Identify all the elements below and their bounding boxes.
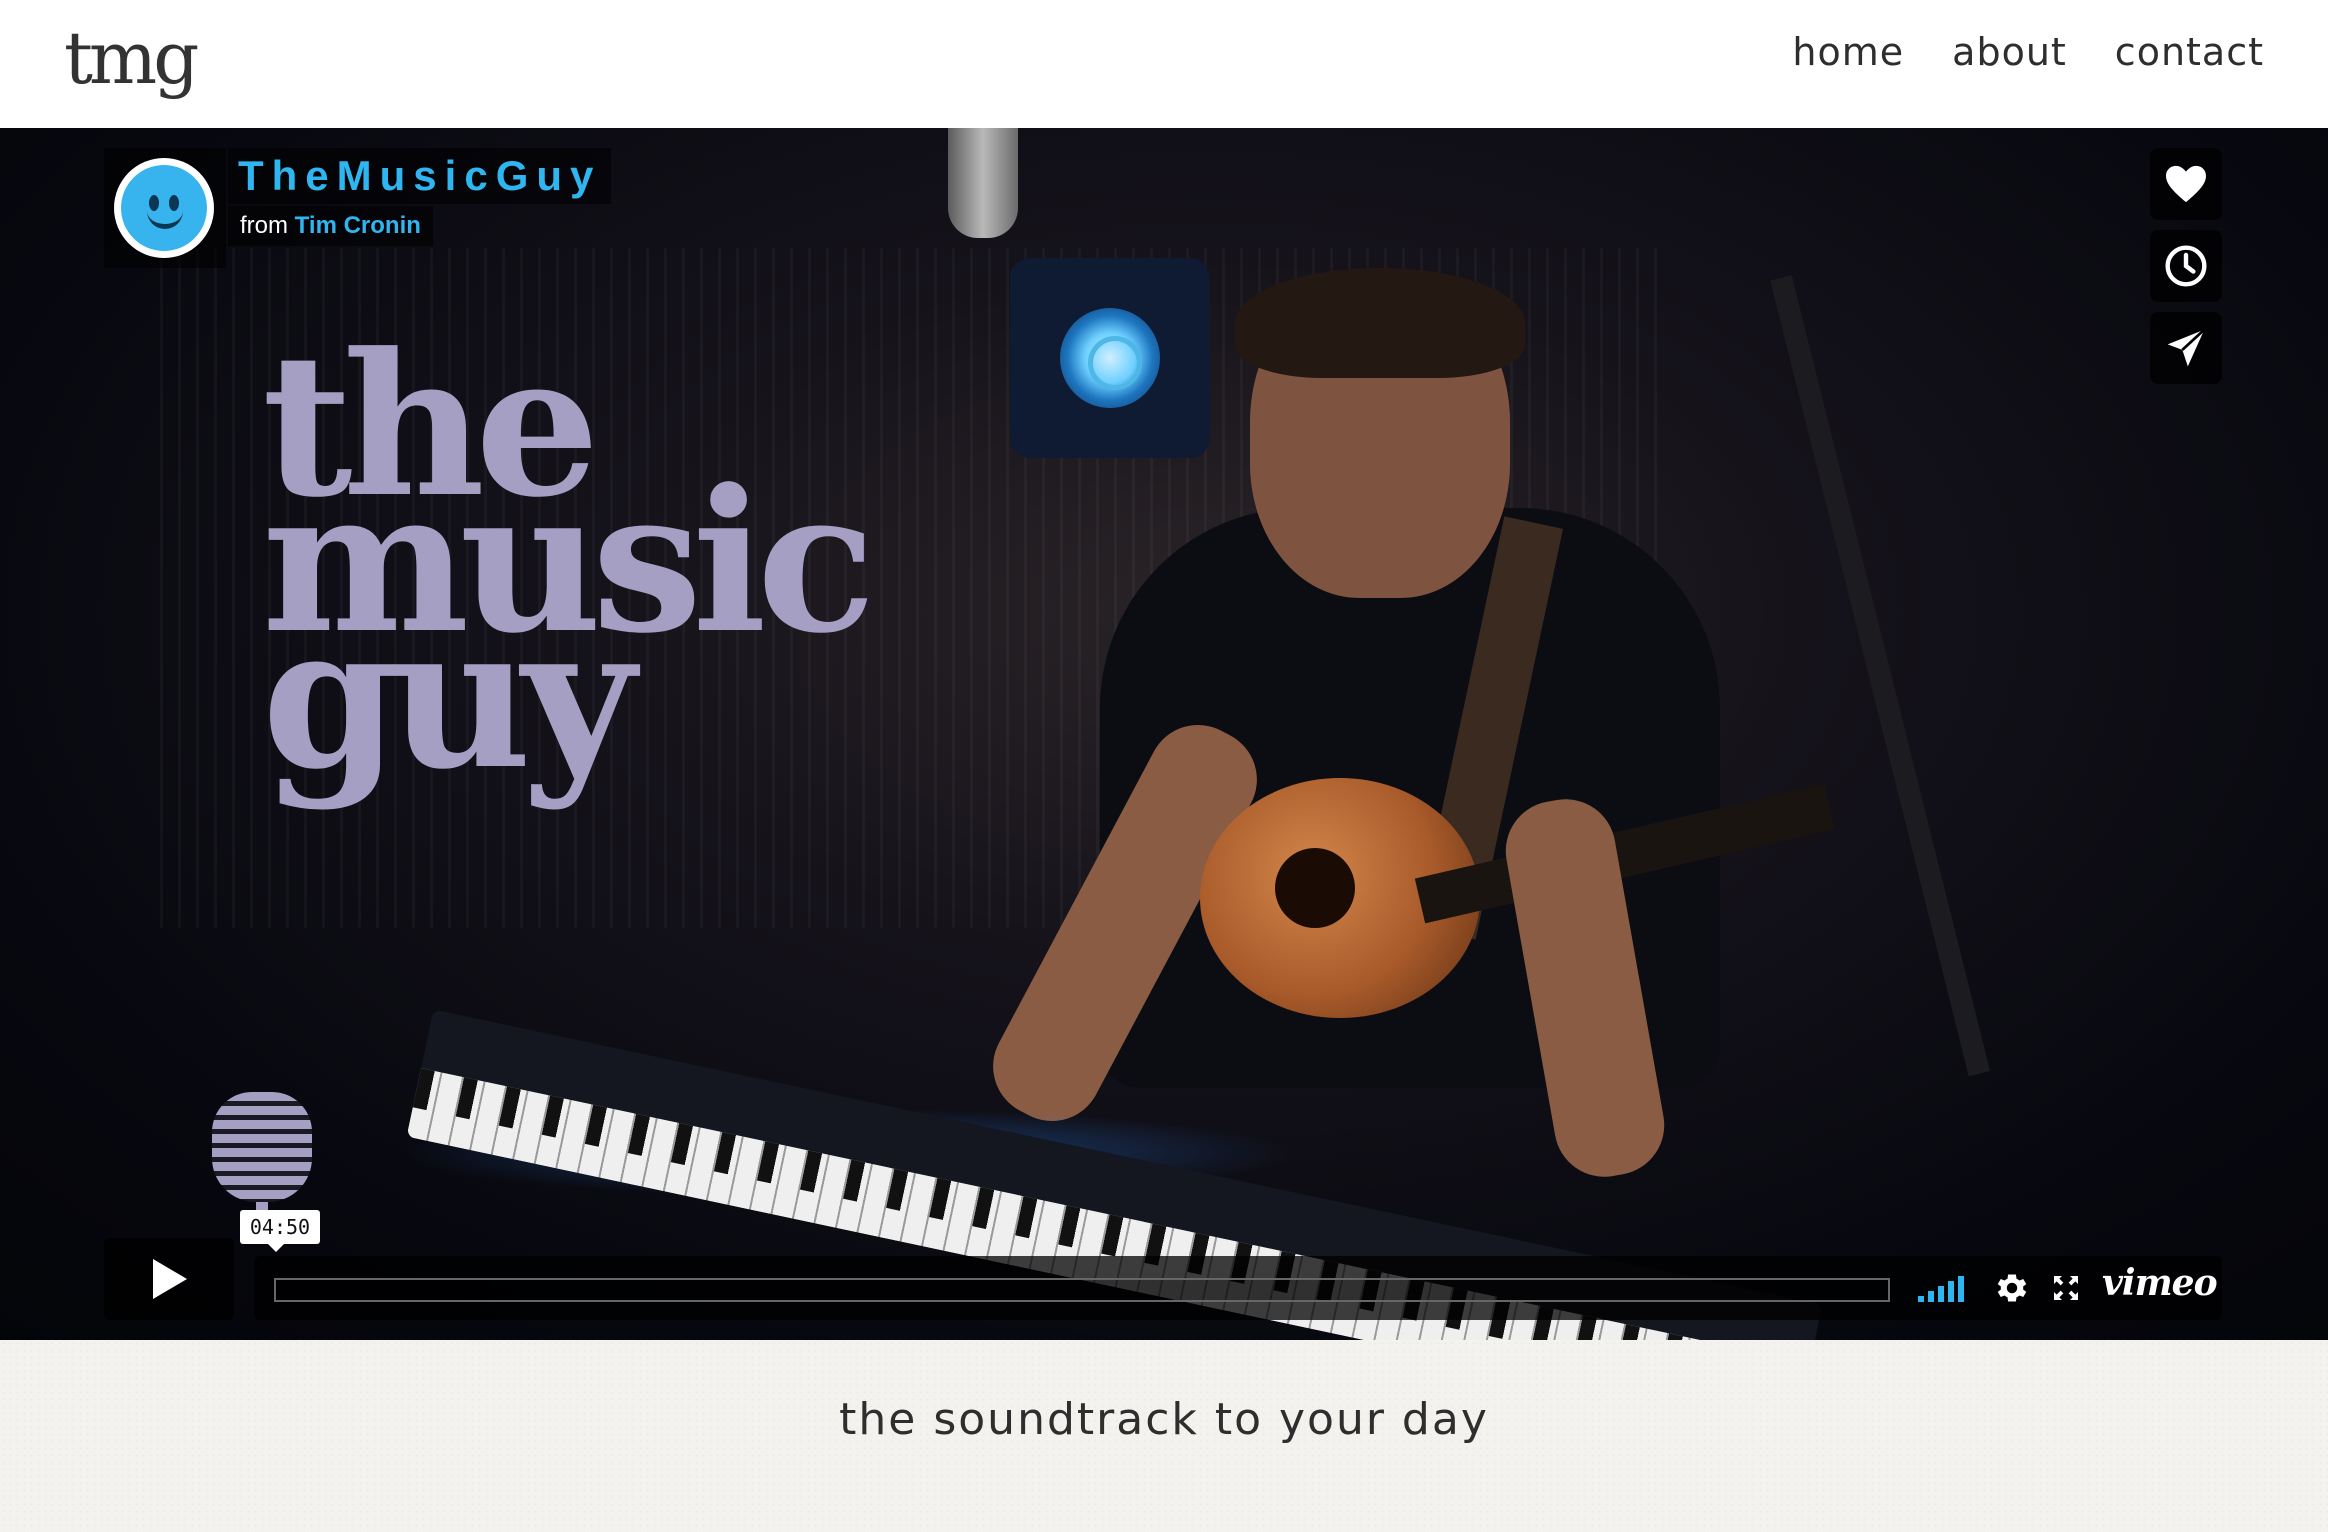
main-nav: home about contact: [1792, 30, 2264, 74]
video-player[interactable]: the music guy TheMusicGuy from Tim Croni…: [0, 128, 2328, 1340]
progress-bar[interactable]: [274, 1278, 1890, 1302]
side-actions: [2150, 148, 2222, 384]
video-title[interactable]: TheMusicGuy: [228, 148, 612, 204]
vimeo-logo[interactable]: vimeo: [2102, 1262, 2218, 1304]
control-bar: vimeo: [254, 1256, 2222, 1320]
video-author-link[interactable]: Tim Cronin: [295, 212, 421, 239]
tagline: the soundtrack to your day: [839, 1394, 1489, 1445]
like-button[interactable]: [2150, 148, 2222, 220]
clock-icon: [2165, 245, 2207, 287]
site-header: tmg home about contact: [0, 0, 2328, 128]
performer: [975, 268, 1835, 1185]
heart-icon: [2166, 165, 2206, 203]
overhead-microphone: [948, 128, 1018, 238]
fullscreen-icon[interactable]: [2050, 1272, 2082, 1304]
video-byline: from Tim Cronin: [228, 206, 433, 246]
share-button[interactable]: [2150, 312, 2222, 384]
watch-later-button[interactable]: [2150, 230, 2222, 302]
play-icon: [153, 1259, 187, 1299]
byline-prefix: from: [240, 212, 288, 239]
volume-bar: [1958, 1276, 1964, 1302]
channel-avatar-badge[interactable]: [104, 148, 226, 268]
send-icon: [2167, 328, 2206, 367]
volume-bar: [1928, 1291, 1934, 1302]
volume-control[interactable]: [1918, 1276, 1966, 1302]
tagline-section: the soundtrack to your day: [0, 1340, 2328, 1532]
volume-bar: [1938, 1286, 1944, 1302]
player-controls: vimeo 04:50: [104, 1210, 2222, 1320]
nav-about-link[interactable]: about: [1952, 30, 2067, 74]
time-tooltip: 04:50: [240, 1210, 320, 1252]
volume-bar: [1948, 1281, 1954, 1302]
video-watermark: the music guy: [262, 328, 876, 796]
play-button[interactable]: [104, 1238, 234, 1320]
site-logo[interactable]: tmg: [64, 16, 199, 100]
nav-home-link[interactable]: home: [1792, 30, 1904, 74]
smiley-avatar-icon: [114, 158, 214, 258]
settings-gear-icon[interactable]: [1994, 1270, 2030, 1306]
volume-bar: [1918, 1296, 1924, 1302]
nav-contact-link[interactable]: contact: [2115, 30, 2264, 74]
